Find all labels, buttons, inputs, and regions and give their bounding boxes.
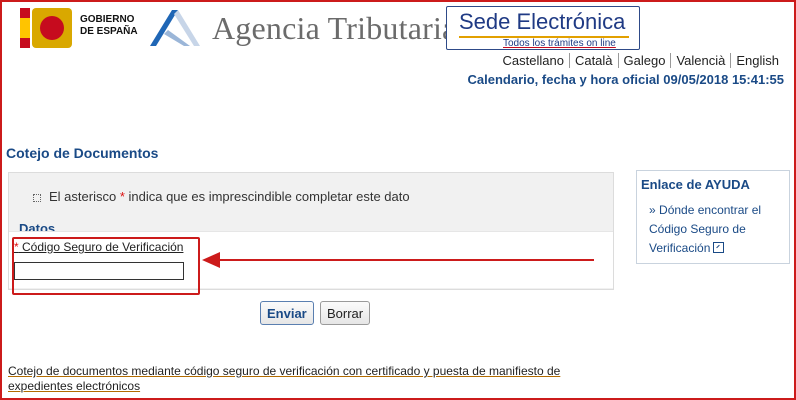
agency-title: Agencia Tributaria <box>212 10 457 46</box>
gobierno-logo[interactable]: GOBIERNO DE ESPAÑA <box>14 6 148 50</box>
sede-title-part2: Electrónica <box>516 9 626 34</box>
sede-title: Sede Electrónica <box>459 9 625 35</box>
sede-subtitle-text: Todos los trámites on line <box>503 38 616 49</box>
agencia-tributaria-logo[interactable]: Agencia Tributaria <box>146 4 456 52</box>
help-bullet: » <box>649 203 656 217</box>
external-link-icon[interactable] <box>713 242 725 253</box>
coat-of-arms-icon <box>32 8 72 48</box>
csv-field-label: * Código Seguro de Verificación <box>14 240 183 254</box>
lang-valencia[interactable]: Valencià <box>670 53 731 68</box>
agencia-tributaria-mark-icon <box>150 10 200 46</box>
lang-english[interactable]: English <box>730 53 784 68</box>
site-header: GOBIERNO DE ESPAÑA Agencia Tributaria Se… <box>6 4 791 52</box>
help-link-csv[interactable]: Dónde encontrar el Código Seguro de Veri… <box>649 203 761 255</box>
clear-button[interactable]: Borrar <box>320 301 371 325</box>
help-title: Enlace de AYUDA <box>641 177 750 192</box>
page-title: Cotejo de Documentos <box>6 145 159 161</box>
annotation-arrow-line <box>206 259 594 261</box>
send-button[interactable]: Enviar <box>260 301 314 325</box>
spain-flag-icon <box>20 8 30 48</box>
sede-electronica-logo[interactable]: Sede Electrónica Todos los trámites on l… <box>446 6 640 50</box>
csv-field-label-text: Código Seguro de Verificación <box>22 240 184 254</box>
note-before: El asterisco <box>49 189 120 204</box>
gobierno-line-2: DE ESPAÑA <box>80 26 138 37</box>
footer-cotejo-link[interactable]: Cotejo de documentos mediante código seg… <box>8 364 608 394</box>
lang-catala[interactable]: Català <box>568 53 618 68</box>
gobierno-line-1: GOBIERNO <box>80 14 135 25</box>
language-selector: Castellano Català Galego Valencià English <box>498 53 784 68</box>
official-calendar-link[interactable]: Calendario, fecha y hora oficial 09/05/2… <box>468 72 785 87</box>
lang-galego[interactable]: Galego <box>617 53 671 68</box>
help-link-container: » Dónde encontrar el Código Seguro de Ve… <box>649 201 781 258</box>
lang-castellano[interactable]: Castellano <box>498 53 569 68</box>
csv-input[interactable] <box>14 262 184 280</box>
sede-title-part1: Sede <box>459 9 517 34</box>
dotted-bullet-icon <box>33 193 41 202</box>
csv-field-asterisk: * <box>14 240 19 254</box>
required-note: El asterisco * indica que es imprescindi… <box>33 189 410 204</box>
annotation-arrow-head-icon <box>202 252 220 268</box>
gobierno-logo-text: GOBIERNO DE ESPAÑA <box>80 14 138 38</box>
sede-subtitle: Todos los trámites on line <box>503 38 616 49</box>
note-after: indica que es imprescindible completar e… <box>124 189 410 204</box>
help-panel: Enlace de AYUDA » Dónde encontrar el Cód… <box>636 170 790 264</box>
